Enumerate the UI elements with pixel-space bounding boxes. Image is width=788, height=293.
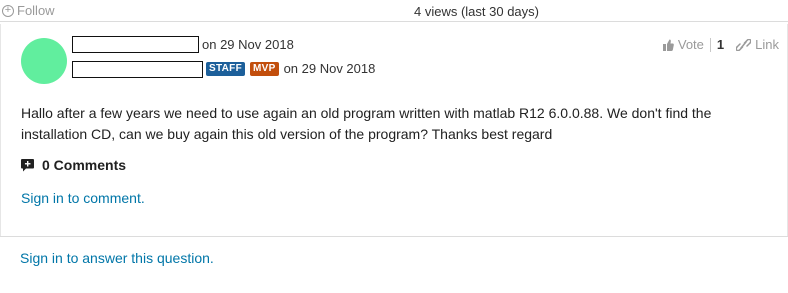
section-divider [0,236,788,237]
link-button[interactable]: Link [736,37,779,52]
plus-circle-icon: + [2,4,14,17]
staff-badge: STAFF [206,61,245,76]
link-icon [736,38,752,51]
question-toolbar: + Follow 4 views (last 30 days) [0,0,788,22]
comments-count-label: 0 Comments [42,157,127,173]
vote-divider [709,37,711,52]
asked-date: on 29 Nov 2018 [202,37,294,52]
mvp-badge: MVP [249,61,279,76]
redacted-editor-name [72,61,203,78]
vote-button[interactable]: Vote [662,37,704,52]
sign-in-to-comment-link[interactable]: Sign in to comment. [21,190,145,206]
vote-label: Vote [677,37,704,52]
follow-button[interactable]: + Follow [2,3,55,18]
edited-by-line: STAFF MVP on 29 Nov 2018 [206,61,375,76]
sign-in-to-answer-link[interactable]: Sign in to answer this question. [20,250,214,266]
follow-label: Follow [17,3,55,18]
thumbs-up-icon [662,39,674,51]
post-actions: Vote 1 Link [662,37,779,52]
comments-header: 0 Comments [21,157,126,173]
edited-date: on 29 Nov 2018 [283,61,376,76]
question-body: Hallo after a few years we need to use a… [21,105,712,142]
view-count: 4 views (last 30 days) [414,4,539,19]
link-label: Link [755,37,779,52]
add-comment-icon [21,158,34,171]
question-post: on 29 Nov 2018 STAFF MVP on 29 Nov 2018 … [0,24,788,236]
redacted-author-name [72,36,199,53]
vote-count: 1 [716,37,725,52]
avatar[interactable] [21,38,67,84]
